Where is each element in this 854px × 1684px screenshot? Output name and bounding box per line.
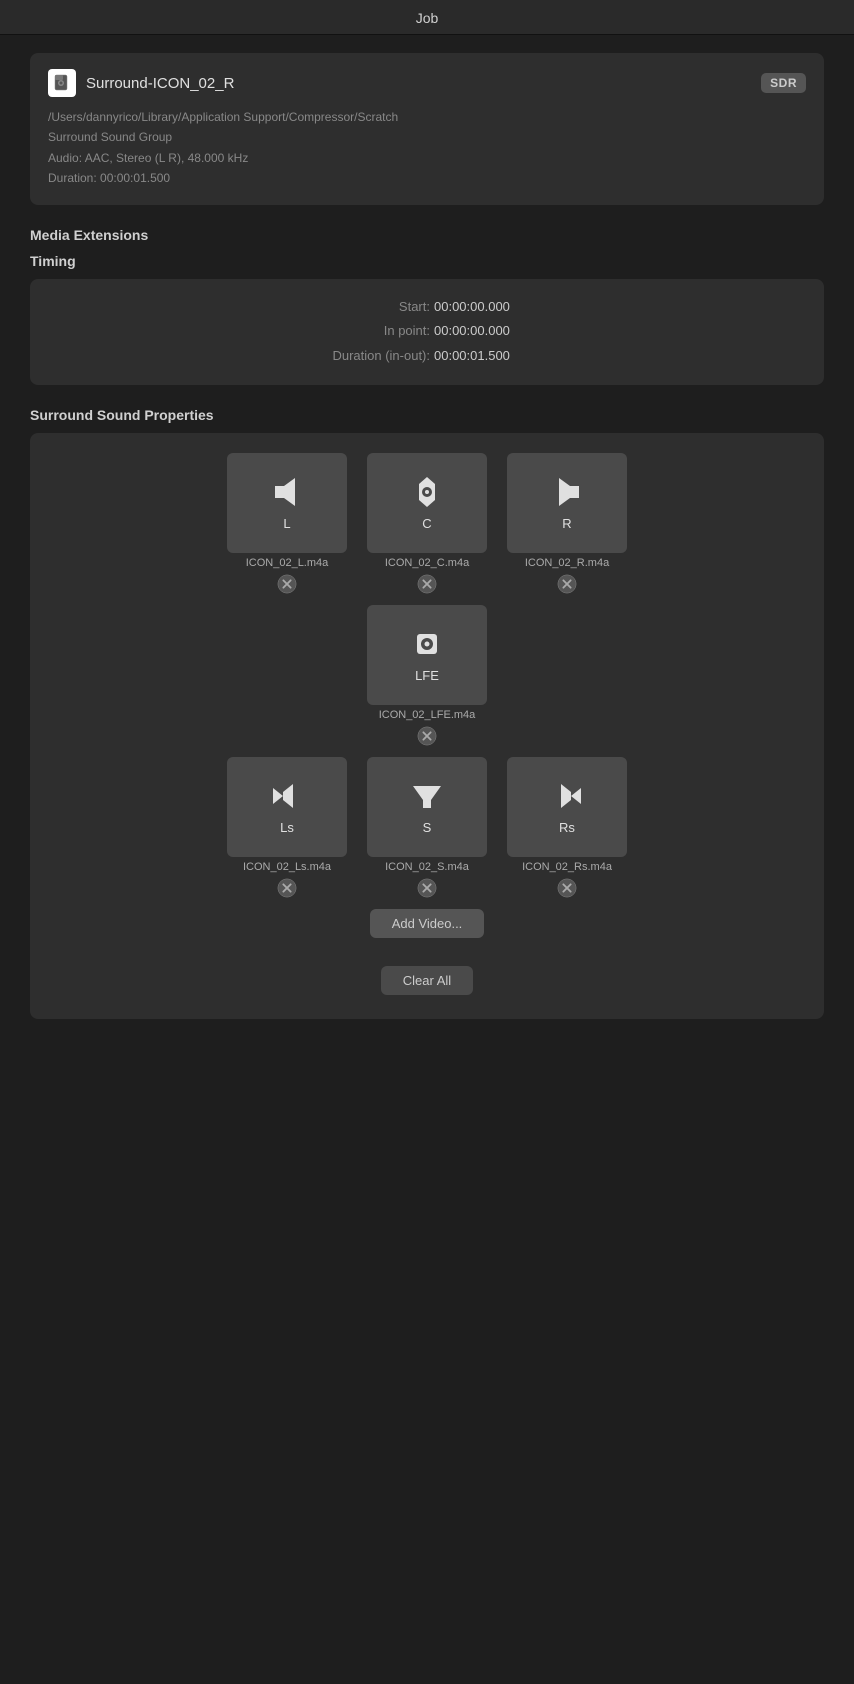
channel-label-Ls: Ls: [280, 820, 294, 835]
channel-row-2: Ls ICON_02_Ls.m4a: [46, 757, 808, 899]
timing-header: Timing: [30, 253, 824, 269]
channel-remove-Rs[interactable]: [556, 877, 578, 899]
channel-item-L: L ICON_02_L.m4a: [227, 453, 347, 595]
channel-remove-S[interactable]: [416, 877, 438, 899]
channel-remove-R[interactable]: [556, 573, 578, 595]
surround-header: Surround Sound Properties: [30, 407, 824, 423]
channel-filename-L: ICON_02_L.m4a: [246, 557, 329, 569]
channel-tile-Ls[interactable]: Ls: [227, 757, 347, 857]
source-group: Surround Sound Group: [48, 127, 806, 147]
channel-item-S: S ICON_02_S.m4a: [367, 757, 487, 899]
channel-filename-R: ICON_02_R.m4a: [525, 557, 609, 569]
source-info: /Users/dannyrico/Library/Application Sup…: [48, 107, 806, 189]
channel-label-C: C: [422, 516, 431, 531]
timing-duration-label: Duration (in-out):: [300, 344, 430, 369]
timing-inpoint-value: 00:00:00.000: [434, 319, 554, 344]
channel-filename-Ls: ICON_02_Ls.m4a: [243, 861, 331, 873]
source-file-icon: [48, 69, 76, 97]
timing-duration-row: Duration (in-out): 00:00:01.500: [54, 344, 800, 369]
sdr-badge: SDR: [761, 73, 806, 93]
timing-box: Start: 00:00:00.000 In point: 00:00:00.0…: [30, 279, 824, 385]
channel-label-Rs: Rs: [559, 820, 575, 835]
timing-inpoint-row: In point: 00:00:00.000: [54, 319, 800, 344]
channel-filename-LFE: ICON_02_LFE.m4a: [379, 709, 476, 721]
media-extensions-header: Media Extensions: [30, 227, 824, 243]
timing-duration-value: 00:00:01.500: [434, 344, 554, 369]
channel-tile-LFE[interactable]: LFE: [367, 605, 487, 705]
timing-start-value: 00:00:00.000: [434, 295, 554, 320]
channel-filename-Rs: ICON_02_Rs.m4a: [522, 861, 612, 873]
channel-filename-S: ICON_02_S.m4a: [385, 861, 469, 873]
channel-row-lfe: LFE ICON_02_LFE.m4a: [46, 605, 808, 747]
channel-remove-C[interactable]: [416, 573, 438, 595]
source-path: /Users/dannyrico/Library/Application Sup…: [48, 107, 806, 127]
channel-label-R: R: [562, 516, 571, 531]
channel-tile-S[interactable]: S: [367, 757, 487, 857]
channel-item-LFE: LFE ICON_02_LFE.m4a: [367, 605, 487, 747]
source-card: Surround-ICON_02_R SDR /Users/dannyrico/…: [30, 53, 824, 205]
surround-box: L ICON_02_L.m4a: [30, 433, 824, 1019]
timing-inpoint-label: In point:: [300, 319, 430, 344]
channel-label-S: S: [423, 820, 432, 835]
channel-remove-L[interactable]: [276, 573, 298, 595]
channel-item-Ls: Ls ICON_02_Ls.m4a: [227, 757, 347, 899]
channel-tile-Rs[interactable]: Rs: [507, 757, 627, 857]
timing-start-row: Start: 00:00:00.000: [54, 295, 800, 320]
source-header: Surround-ICON_02_R SDR: [48, 69, 806, 97]
channel-filename-C: ICON_02_C.m4a: [385, 557, 469, 569]
window-title: Job: [416, 10, 439, 26]
timing-start-label: Start:: [300, 295, 430, 320]
channel-row-1: L ICON_02_L.m4a: [46, 453, 808, 595]
channel-label-L: L: [283, 516, 290, 531]
channel-item-C: C ICON_02_C.m4a: [367, 453, 487, 595]
source-duration: Duration: 00:00:01.500: [48, 168, 806, 188]
channel-item-R: R ICON_02_R.m4a: [507, 453, 627, 595]
channel-label-LFE: LFE: [415, 668, 439, 683]
channel-remove-LFE[interactable]: [416, 725, 438, 747]
channel-tile-C[interactable]: C: [367, 453, 487, 553]
channel-item-Rs: Rs ICON_02_Rs.m4a: [507, 757, 627, 899]
channel-tile-R[interactable]: R: [507, 453, 627, 553]
source-audio: Audio: AAC, Stereo (L R), 48.000 kHz: [48, 148, 806, 168]
channel-remove-Ls[interactable]: [276, 877, 298, 899]
add-video-button[interactable]: Add Video...: [370, 909, 485, 938]
title-bar: Job: [0, 0, 854, 35]
clear-all-button[interactable]: Clear All: [381, 966, 473, 995]
channel-tile-L[interactable]: L: [227, 453, 347, 553]
source-title: Surround-ICON_02_R: [86, 75, 761, 92]
